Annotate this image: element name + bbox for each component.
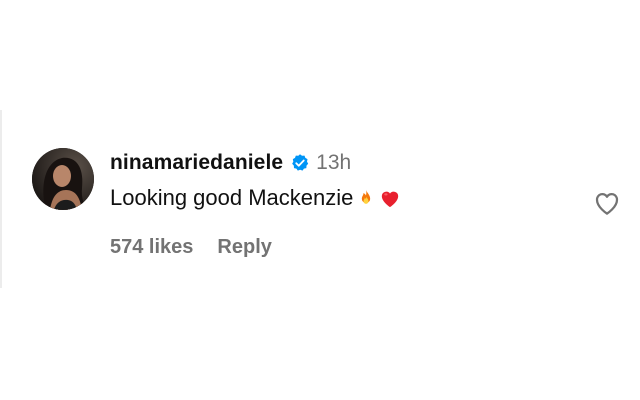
comment-header: ninamariedaniele 13h [110,148,582,178]
heart-outline-icon[interactable] [592,188,622,218]
reply-button[interactable]: Reply [217,236,271,259]
avatar-photo [32,148,94,210]
comment-text-line: Looking good Mackenzie [110,185,582,211]
verified-badge-icon [290,153,310,173]
username-link[interactable]: ninamariedaniele [110,151,283,175]
avatar[interactable] [32,148,94,210]
page: ninamariedaniele 13h Looking good Macken… [0,0,640,400]
comment-text: Looking good Mackenzie [110,185,354,210]
comment-meta: 574 likes Reply [110,236,272,259]
likes-count[interactable]: 574 likes [110,236,193,259]
red-heart-emoji-icon [379,188,399,208]
comment-content: ninamariedaniele 13h Looking good Macken… [110,148,582,211]
comment-timestamp[interactable]: 13h [316,151,351,175]
thread-divider [0,110,2,288]
comment: ninamariedaniele 13h Looking good Macken… [32,148,622,268]
fire-emoji-icon [356,188,376,208]
